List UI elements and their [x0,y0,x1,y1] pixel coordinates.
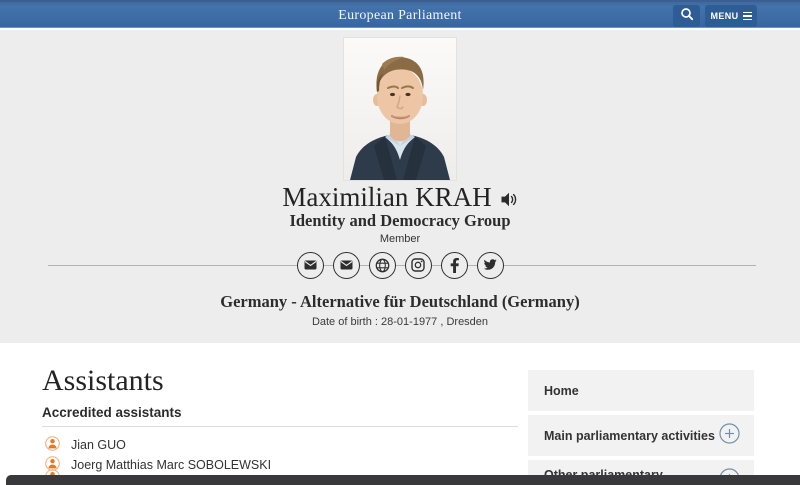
member-role: Member [0,233,800,245]
menu-button-label: MENU [710,11,738,21]
menu-button[interactable]: MENU [705,5,757,27]
email-icon[interactable] [297,252,324,279]
political-group: Identity and Democracy Group [0,211,800,231]
social-links-row [0,249,800,281]
member-photo [344,38,456,180]
assistant-list-item: Joerg Matthias Marc SOBOLEWSKI [45,457,271,473]
member-hero-section: Maximilian KRAH Identity and Democracy G… [0,30,800,343]
accredited-assistants-subheading: Accredited assistants [42,405,182,420]
assistants-heading: Assistants [42,364,164,398]
section-navigation-sidebar: Home Main parliamentary activities Other… [528,370,754,485]
facebook-icon[interactable] [441,252,468,279]
divider-line [42,426,518,427]
country-and-party: Germany - Alternative für Deutschland (G… [0,292,800,312]
sidebar-item-label: Main parliamentary activities [544,429,715,443]
birth-info: Date of birth : 28-01-1977 , Dresden [0,316,800,328]
search-button[interactable] [673,5,700,27]
email-icon[interactable] [333,252,360,279]
assistant-name: Jian GUO [71,438,126,452]
instagram-icon[interactable] [405,252,432,279]
hamburger-icon [743,12,752,21]
sidebar-item-label: Home [544,384,579,398]
member-name: Maximilian KRAH [282,182,491,213]
top-navigation-bar: European Parliament MENU [0,0,800,28]
sidebar-item-main-parliamentary-activities[interactable]: Main parliamentary activities [528,415,754,456]
twitter-icon[interactable] [477,252,504,279]
website-icon[interactable] [369,252,396,279]
bottom-edge-bar [6,475,800,485]
person-icon [45,436,60,454]
expand-plus-icon[interactable] [719,423,740,449]
sidebar-item-home[interactable]: Home [528,370,754,411]
member-profile-page: European Parliament MENU [0,0,800,485]
assistant-list-item: Jian GUO [45,437,126,453]
assistant-name: Joerg Matthias Marc SOBOLEWSKI [71,458,271,472]
search-icon [680,7,694,26]
speaker-icon[interactable] [501,183,518,214]
